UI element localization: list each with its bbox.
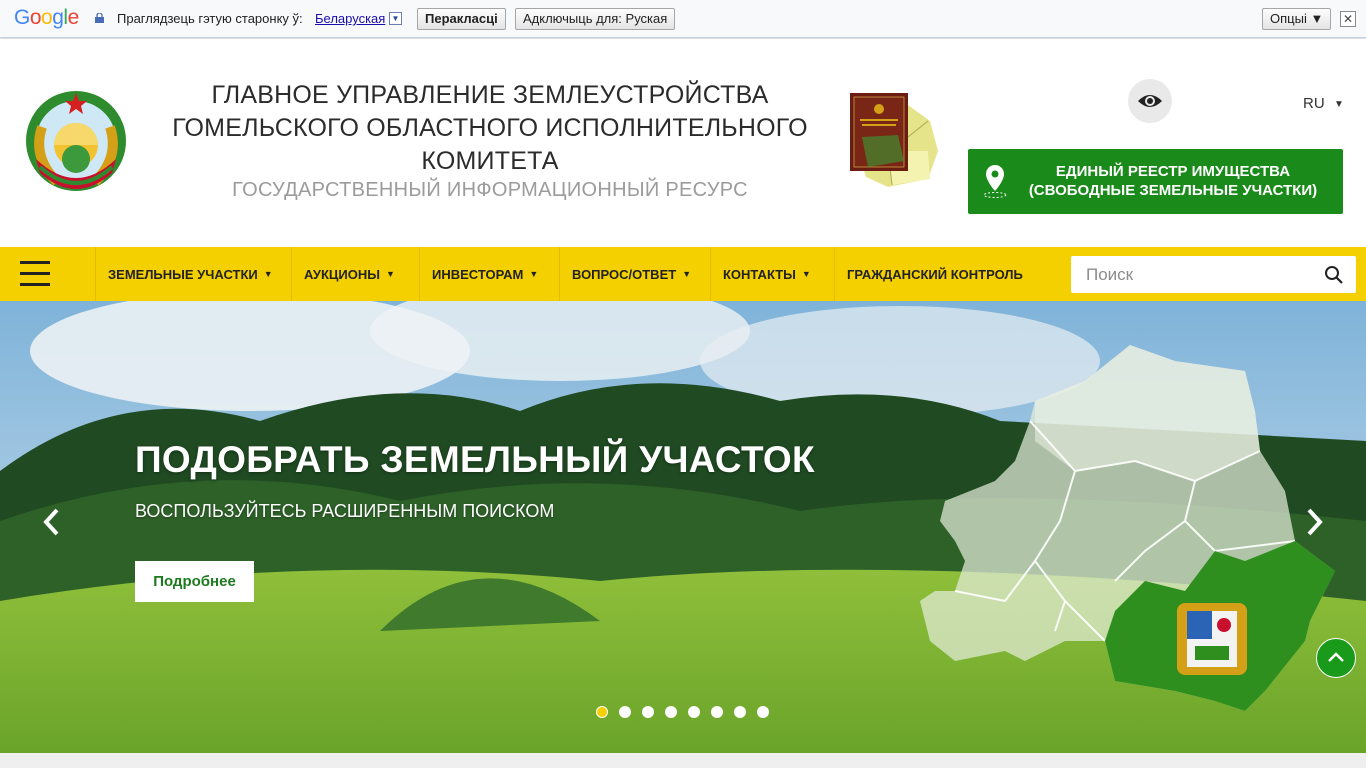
menu-button[interactable] [0, 247, 96, 301]
title-line-1: ГЛАВНОЕ УПРАВЛЕНИЕ ЗЕМЛЕУСТРОЙСТВА [211, 81, 769, 109]
title-line-2: ГОМЕЛЬСКОГО ОБЛАСТНОГО ИСПОЛНИТЕЛЬНОГО [172, 114, 808, 142]
slider-dot[interactable] [596, 706, 608, 718]
page-title: ГЛАВНОЕ УПРАВЛЕНИЕ ЗЕМЛЕУСТРОЙСТВА ГОМЕЛ… [160, 79, 820, 178]
page-subtitle: ГОСУДАРСТВЕННЫЙ ИНФОРМАЦИОННЫЙ РЕСУРС [232, 179, 748, 201]
caret-down-icon: ▼ [529, 269, 539, 279]
nav-item-land-plots[interactable]: ЗЕМЕЛЬНЫЕ УЧАСТКИ ▼ [96, 247, 292, 301]
slider-dot[interactable] [642, 706, 654, 718]
eye-icon [1138, 95, 1162, 107]
slider-dot[interactable] [619, 706, 631, 718]
page-content-start [0, 753, 1366, 768]
translate-bar: Google Праглядзець гэтую старонку ў: Бел… [0, 0, 1366, 38]
main-nav: ЗЕМЕЛЬНЫЕ УЧАСТКИ ▼ АУКЦИОНЫ ▼ ИНВЕСТОРАМ ▼… [0, 247, 1366, 301]
state-emblem-icon[interactable] [22, 87, 130, 195]
nav-item-label: КОНТАКТЫ [723, 266, 796, 282]
slider-dot[interactable] [665, 706, 677, 718]
chevron-up-icon [1328, 652, 1344, 662]
caret-down-icon: ▼ [385, 269, 395, 279]
nav-item-label: АУКЦИОНЫ [304, 266, 380, 282]
language-select[interactable]: RU [1303, 95, 1325, 112]
hero-subtitle: ВОСПОЛЬЗУЙТЕСЬ РАСШИРЕННЫМ ПОИСКОМ [135, 501, 555, 521]
site-header: ГЛАВНОЕ УПРАВЛЕНИЕ ЗЕМЛЕУСТРОЙСТВА ГОМЕЛ… [0, 39, 1366, 247]
slider-dot[interactable] [711, 706, 723, 718]
caret-down-icon: ▼ [682, 269, 692, 279]
slider-dot[interactable] [757, 706, 769, 718]
search-icon[interactable] [1324, 265, 1344, 285]
nav-item-investors[interactable]: ИНВЕСТОРАМ ▼ [420, 247, 560, 301]
belarus-regions-map [920, 345, 1335, 711]
slider-next-arrow-icon[interactable] [1302, 507, 1326, 537]
map-pin-icon [983, 165, 1007, 198]
nav-item-label: ГРАЖДАНСКИЙ КОНТРОЛЬ [847, 266, 1023, 282]
land-fund-book-icon[interactable] [848, 91, 940, 191]
caret-down-icon: ▼ [801, 269, 811, 279]
nav-items: ЗЕМЕЛЬНЫЕ УЧАСТКИ ▼ АУКЦИОНЫ ▼ ИНВЕСТОРАМ ▼… [96, 247, 1031, 301]
slider-dot[interactable] [734, 706, 746, 718]
registry-label-line-1: ЕДИНЫЙ РЕЕСТР ИМУЩЕСТВА [1055, 163, 1291, 180]
nav-item-auctions[interactable]: АУКЦИОНЫ ▼ [292, 247, 420, 301]
translate-button[interactable]: Перакласці [417, 8, 506, 30]
registry-button[interactable]: ЕДИНЫЙ РЕЕСТР ИМУЩЕСТВА (СВОБОДНЫЕ ЗЕМЕЛ… [968, 149, 1343, 214]
slider-dot[interactable] [688, 706, 700, 718]
close-icon[interactable]: ✕ [1340, 11, 1356, 27]
lock-icon [95, 13, 104, 23]
slider-dots [596, 706, 769, 718]
search-input[interactable] [1071, 256, 1311, 293]
nav-item-label: ИНВЕСТОРАМ [432, 266, 524, 282]
nav-item-faq[interactable]: ВОПРОС/ОТВЕТ ▼ [560, 247, 711, 301]
nav-item-contacts[interactable]: КОНТАКТЫ ▼ [711, 247, 835, 301]
registry-label-line-2: (СВОБОДНЫЕ ЗЕМЕЛЬНЫЕ УЧАСТКИ) [1028, 182, 1318, 199]
search-box [1071, 256, 1356, 293]
more-button[interactable]: Подробнее [135, 561, 254, 602]
translate-prompt: Праглядзець гэтую старонку ў: [117, 11, 303, 26]
nav-item-civil-control[interactable]: ГРАЖДАНСКИЙ КОНТРОЛЬ [835, 247, 1031, 301]
scroll-to-top-button[interactable] [1316, 638, 1356, 678]
google-logo: Google [14, 6, 79, 29]
chevron-down-icon[interactable]: ▼ [389, 12, 402, 25]
chevron-down-icon[interactable]: ▼ [1334, 99, 1344, 110]
registry-label: ЕДИНЫЙ РЕЕСТР ИМУЩЕСТВА (СВОБОДНЫЕ ЗЕМЕЛ… [1018, 162, 1328, 200]
accessibility-button[interactable] [1128, 79, 1172, 123]
translate-options-button[interactable]: Опцыі ▼ [1262, 8, 1332, 30]
translate-language-select[interactable]: Беларуская [315, 11, 385, 26]
hero-title: ПОДОБРАТЬ ЗЕМЕЛЬНЫЙ УЧАСТОК [135, 439, 815, 480]
nav-item-label: ЗЕМЕЛЬНЫЕ УЧАСТКИ [108, 266, 258, 282]
caret-down-icon: ▼ [263, 269, 273, 279]
hero-slider: ПОДОБРАТЬ ЗЕМЕЛЬНЫЙ УЧАСТОК ВОСПОЛЬЗУЙТЕ… [0, 301, 1366, 753]
slider-prev-arrow-icon[interactable] [40, 507, 64, 537]
disable-translate-button[interactable]: Адключыць для: Руская [515, 8, 676, 30]
nav-item-label: ВОПРОС/ОТВЕТ [572, 266, 677, 282]
title-line-3: КОМИТЕТА [421, 147, 559, 175]
